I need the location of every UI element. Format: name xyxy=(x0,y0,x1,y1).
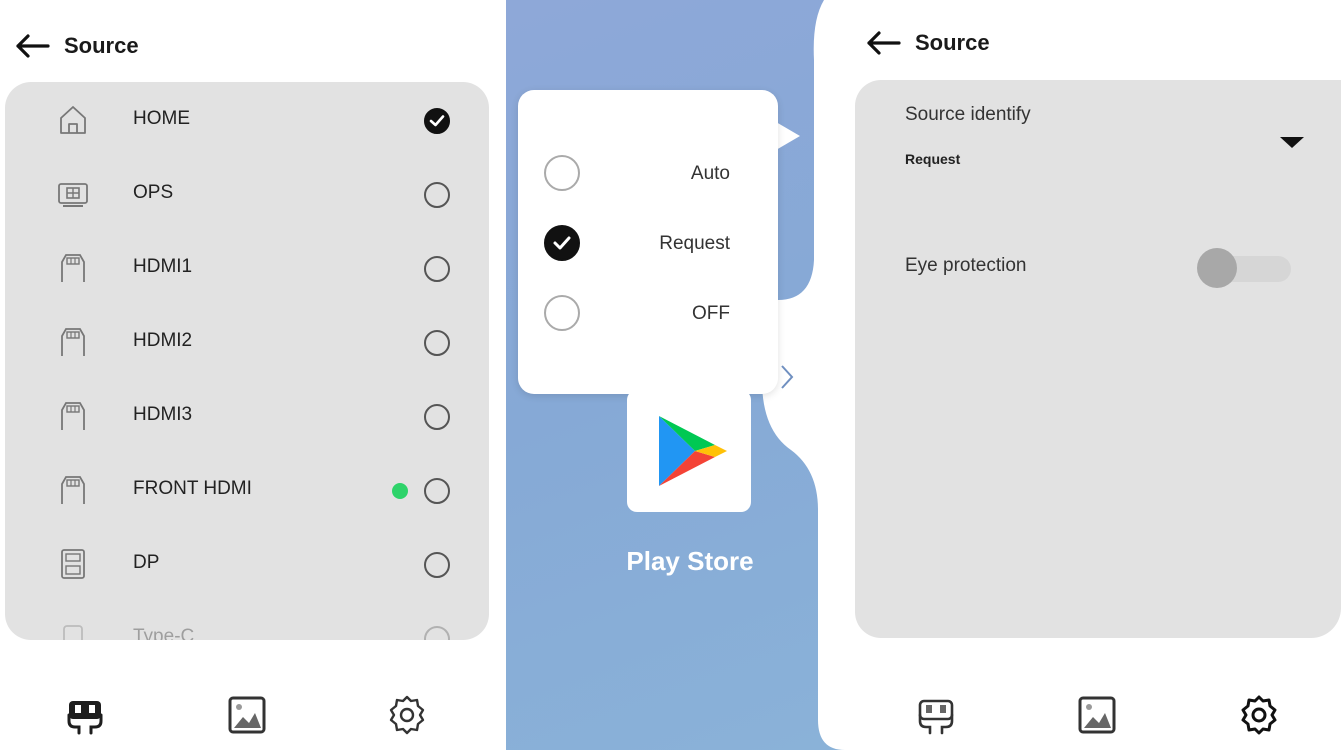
option-label: OFF xyxy=(692,303,730,324)
source-item-hdmi2[interactable]: HDMI2 xyxy=(5,306,489,380)
signal-live-dot xyxy=(392,483,408,499)
bottom-nav xyxy=(845,685,1341,745)
radio-unchecked[interactable] xyxy=(544,155,580,191)
hdmi-icon xyxy=(61,254,85,282)
radio-checked[interactable] xyxy=(424,108,450,134)
source-identify-setting[interactable]: Source identify Request xyxy=(855,80,1341,190)
home-icon xyxy=(60,106,86,134)
radio-unchecked[interactable] xyxy=(424,478,450,504)
settings-icon[interactable] xyxy=(1237,693,1281,737)
radio-unchecked[interactable] xyxy=(424,330,450,356)
settings-icon[interactable] xyxy=(385,693,429,737)
radio-unchecked[interactable] xyxy=(424,626,450,640)
displayport-icon xyxy=(61,549,85,579)
source-panel-right: Source Source identify Request Eye prote… xyxy=(845,0,1341,750)
option-label: Auto xyxy=(690,163,730,184)
setting-label: Eye protection xyxy=(905,255,1027,276)
source-icon[interactable] xyxy=(63,693,107,737)
eye-protection-setting: Eye protection xyxy=(855,240,1341,300)
source-item-home[interactable]: HOME xyxy=(5,84,489,158)
header: Source xyxy=(865,30,990,56)
source-icon[interactable] xyxy=(914,693,958,737)
radio-unchecked[interactable] xyxy=(424,404,450,430)
source-label: HDMI2 xyxy=(133,330,193,351)
dropdown-arrow-icon[interactable] xyxy=(1278,135,1306,151)
page-title: Source xyxy=(64,33,139,58)
hdmi-icon xyxy=(61,402,85,430)
option-auto[interactable]: Auto xyxy=(518,143,778,203)
source-label: FRONT HDMI xyxy=(133,478,252,499)
picture-icon[interactable] xyxy=(225,693,269,737)
back-arrow-icon[interactable] xyxy=(14,33,50,59)
picture-icon[interactable] xyxy=(1075,693,1119,737)
eye-protection-toggle[interactable] xyxy=(1197,248,1291,288)
source-label: DP xyxy=(133,552,160,573)
source-label: HOME xyxy=(133,108,190,129)
option-label: Request xyxy=(659,233,730,254)
page-title: Source xyxy=(915,30,990,55)
header: Source xyxy=(14,33,139,59)
play-store-tile[interactable] xyxy=(627,390,751,512)
radio-unchecked[interactable] xyxy=(424,552,450,578)
source-label: Type-C xyxy=(133,626,195,640)
option-off[interactable]: OFF xyxy=(518,283,778,343)
radio-unchecked[interactable] xyxy=(424,182,450,208)
back-arrow-icon[interactable] xyxy=(865,30,901,56)
source-panel-left: Source HOME OPS HDMI1 HDMI2 HDMI3 FRONT … xyxy=(0,0,505,750)
radio-unchecked[interactable] xyxy=(544,295,580,331)
popup-pointer xyxy=(776,122,800,150)
option-request[interactable]: Request xyxy=(518,213,778,273)
source-item-type-c[interactable]: Type-C xyxy=(5,602,489,640)
source-item-dp[interactable]: DP xyxy=(5,528,489,602)
toggle-knob xyxy=(1197,248,1237,288)
source-item-hdmi3[interactable]: HDMI3 xyxy=(5,380,489,454)
bottom-nav xyxy=(0,685,505,745)
source-item-hdmi1[interactable]: HDMI1 xyxy=(5,232,489,306)
setting-label: Source identify xyxy=(905,104,1031,125)
source-list: HOME OPS HDMI1 HDMI2 HDMI3 FRONT HDMI DP… xyxy=(5,82,489,640)
source-item-ops[interactable]: OPS xyxy=(5,158,489,232)
type-c-icon xyxy=(63,625,83,640)
app-label: Play Store xyxy=(626,546,754,576)
settings-card: Source identify Request Eye protection xyxy=(855,80,1341,638)
source-label: OPS xyxy=(133,182,174,203)
ops-icon xyxy=(58,183,88,207)
hdmi-icon xyxy=(61,328,85,356)
setting-value: Request xyxy=(905,151,961,167)
hdmi-icon xyxy=(61,476,85,504)
source-identify-popup: Auto Request OFF xyxy=(518,90,778,394)
play-store-icon xyxy=(659,416,727,486)
radio-checked[interactable] xyxy=(544,225,580,261)
source-item-front-hdmi[interactable]: FRONT HDMI xyxy=(5,454,489,528)
source-label: HDMI3 xyxy=(133,404,193,425)
radio-unchecked[interactable] xyxy=(424,256,450,282)
source-label: HDMI1 xyxy=(133,256,193,277)
chevron-right-icon[interactable] xyxy=(777,362,797,392)
